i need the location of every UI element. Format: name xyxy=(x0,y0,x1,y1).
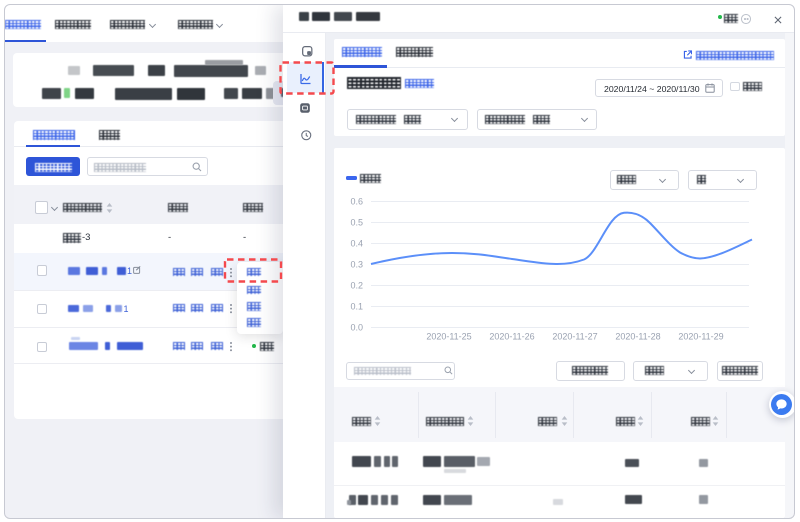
svg-text:2020-11-28: 2020-11-28 xyxy=(615,332,660,342)
svg-text:0.1: 0.1 xyxy=(350,302,363,312)
svg-text:0.3: 0.3 xyxy=(350,260,363,270)
svg-text:2020-11-26: 2020-11-26 xyxy=(489,332,534,342)
svg-text:0.4: 0.4 xyxy=(350,239,363,249)
svg-text:0.5: 0.5 xyxy=(350,218,363,228)
svg-text:0.2: 0.2 xyxy=(350,281,363,291)
svg-text:0.6: 0.6 xyxy=(350,197,363,207)
svg-text:0.0: 0.0 xyxy=(350,323,363,333)
svg-text:2020-11-27: 2020-11-27 xyxy=(552,332,597,342)
svg-text:2020-11-29: 2020-11-29 xyxy=(678,332,723,342)
svg-text:2020-11-25: 2020-11-25 xyxy=(426,332,471,342)
